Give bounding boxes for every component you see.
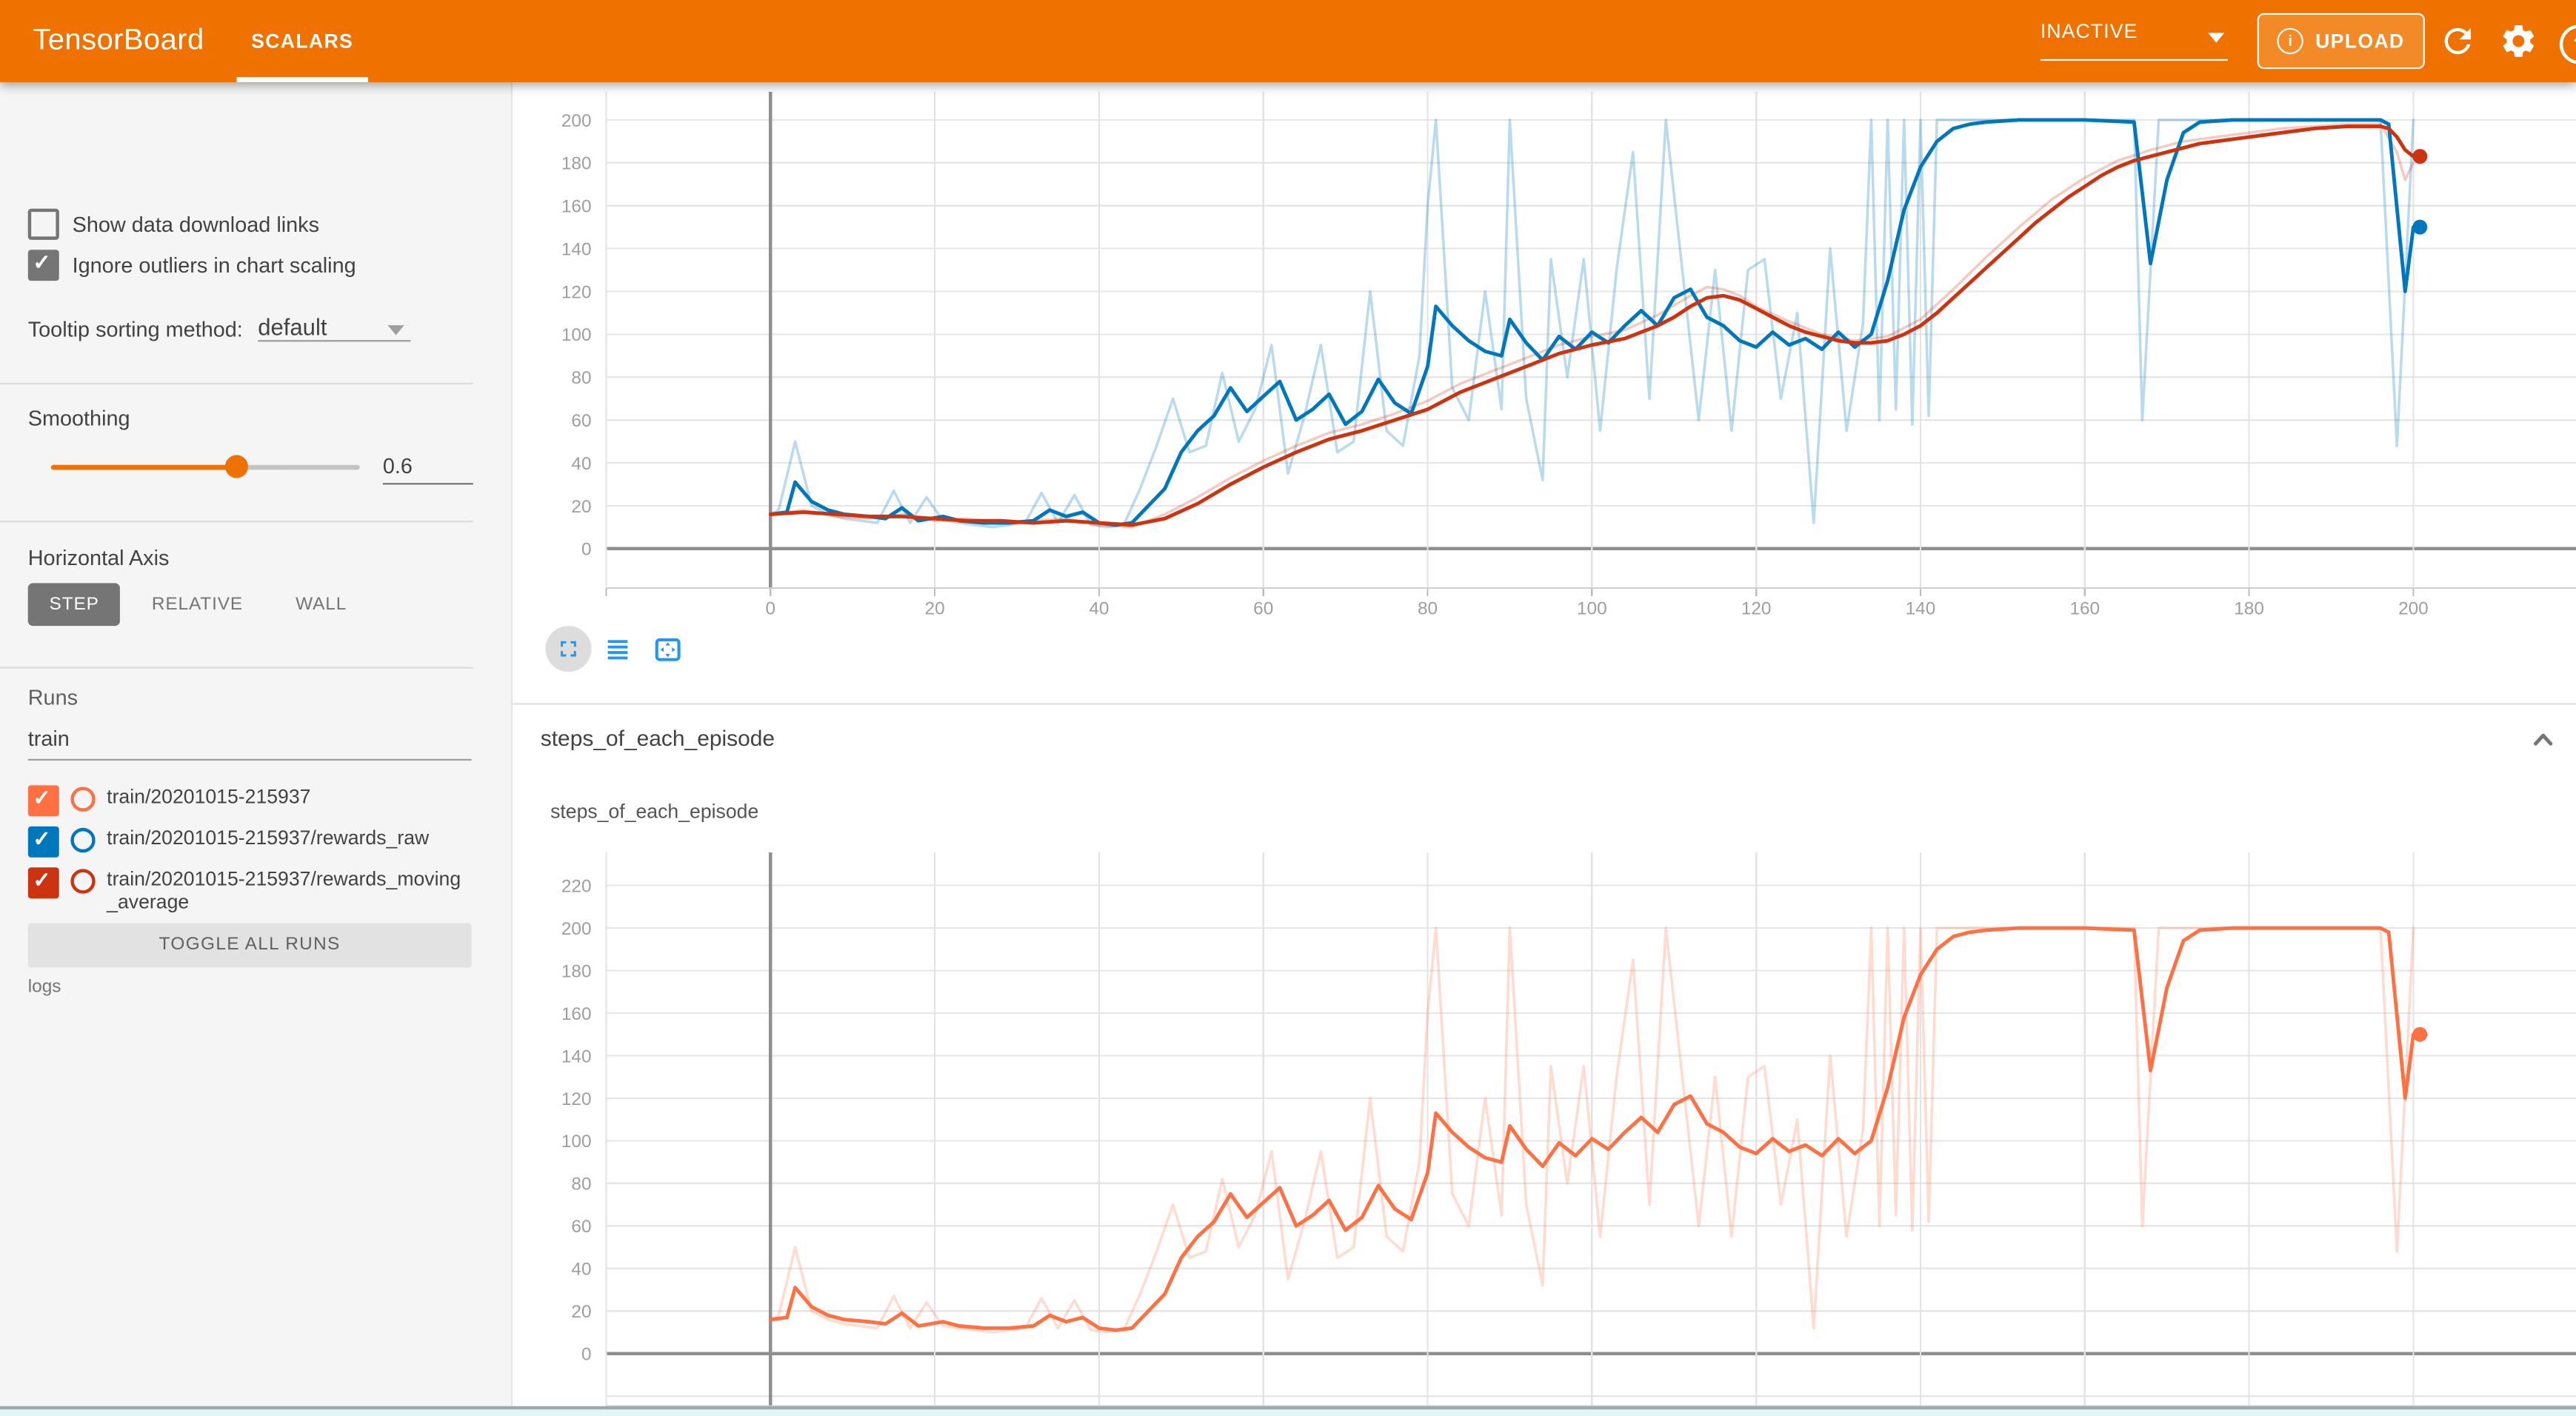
run-label: train/20201015-215937	[107, 785, 471, 808]
checkbox-label: Show data download links	[73, 212, 319, 236]
expand-chart-icon[interactable]	[545, 626, 591, 672]
svg-text:140: 140	[561, 1046, 592, 1066]
svg-text:120: 120	[561, 282, 592, 302]
svg-text:60: 60	[1253, 599, 1273, 619]
svg-text:160: 160	[561, 197, 592, 217]
svg-text:200: 200	[561, 111, 592, 131]
help-icon[interactable]: ?	[2560, 24, 2576, 64]
svg-text:140: 140	[1906, 599, 1936, 619]
chevron-down-icon	[2208, 33, 2224, 42]
option-checkbox-row: Show data download links	[28, 209, 319, 240]
status-label: INACTIVE	[2041, 20, 2138, 43]
svg-text:180: 180	[561, 154, 592, 174]
settings-sidebar: Show data download links ✓ Ignore outliers…	[0, 82, 511, 1416]
section-header-steps-of-each-episode[interactable]: steps_of_each_episode	[513, 703, 2576, 777]
run-label: train/20201015-215937/rewards_moving_ave…	[107, 867, 471, 913]
svg-text:20: 20	[571, 497, 591, 517]
tooltip-sort-row: Tooltip sorting method:	[28, 317, 243, 341]
svg-text:40: 40	[571, 1260, 591, 1280]
run-checkbox[interactable]: ✓	[28, 826, 59, 858]
svg-text:60: 60	[571, 1217, 591, 1237]
svg-text:180: 180	[2234, 599, 2264, 619]
svg-text:20: 20	[925, 599, 945, 619]
toggle-all-runs-button[interactable]: TOGGLE ALL RUNS	[28, 924, 472, 968]
axis-button-wall[interactable]: WALL	[274, 583, 368, 626]
run-row: ✓ train/20201015-215937	[28, 785, 472, 816]
run-color-ring	[70, 828, 95, 852]
horizontal-axis-buttons: STEPRELATIVEWALL	[28, 583, 368, 626]
horizontal-axis-label: Horizontal Axis	[28, 545, 170, 570]
status-dropdown[interactable]: INACTIVE	[2041, 20, 2228, 61]
option-checkbox-row: ✓ Ignore outliers in chart scaling	[28, 250, 356, 281]
tensorboard-app: TensorBoard SCALARS INACTIVE i UPLOAD ? …	[0, 0, 2576, 1416]
rewards-chart-card: 0 20 40 60 80 100 120 140 160 180 200 0 20 40 60 80 100 1…	[513, 82, 2576, 703]
bottom-strip	[0, 1406, 2576, 1416]
svg-text:80: 80	[571, 1175, 591, 1195]
svg-text:100: 100	[561, 1132, 592, 1152]
svg-text:180: 180	[561, 961, 592, 981]
svg-text:140: 140	[561, 239, 592, 259]
gear-icon[interactable]	[2499, 21, 2538, 61]
refresh-icon[interactable]	[2438, 21, 2477, 61]
fit-domain-icon[interactable]	[644, 626, 690, 672]
run-checkbox[interactable]: ✓	[28, 867, 59, 898]
svg-text:200: 200	[561, 919, 592, 939]
rewards-chart-svg[interactable]: 0 20 40 60 80 100 120 140 160 180 200 0 20 40 60 80 100 1…	[513, 82, 2576, 703]
chevron-down-icon	[387, 325, 404, 335]
upload-button[interactable]: i UPLOAD	[2258, 13, 2425, 69]
svg-text:100: 100	[1577, 599, 1607, 619]
info-icon: i	[2278, 28, 2303, 54]
run-filter-input[interactable]: train	[28, 726, 472, 761]
svg-text:40: 40	[1089, 599, 1109, 619]
run-label: train/20201015-215937/rewards_raw	[107, 826, 471, 849]
svg-text:160: 160	[561, 1004, 592, 1024]
svg-text:20: 20	[571, 1302, 591, 1322]
slider-thumb[interactable]	[224, 455, 247, 478]
svg-text:0: 0	[581, 1345, 592, 1365]
checkbox[interactable]	[28, 209, 59, 240]
chart-toolbar	[545, 626, 690, 672]
svg-text:120: 120	[561, 1089, 592, 1109]
upload-label: UPLOAD	[2315, 30, 2404, 53]
chart-title: steps_of_each_episode	[550, 800, 758, 823]
checkbox-label: Ignore outliers in chart scaling	[73, 253, 356, 278]
svg-text:160: 160	[2069, 599, 2100, 619]
runs-label: Runs	[28, 685, 78, 709]
axis-button-step[interactable]: STEP	[28, 583, 121, 626]
chevron-up-icon[interactable]	[2525, 721, 2561, 758]
section-title: steps_of_each_episode	[541, 726, 775, 750]
run-color-ring	[70, 787, 95, 811]
run-row: ✓ train/20201015-215937/rewards_raw	[28, 826, 472, 858]
run-checkbox[interactable]: ✓	[28, 785, 59, 816]
smoothing-value-input[interactable]: 0.6	[383, 453, 473, 484]
svg-text:40: 40	[571, 454, 591, 474]
app-title[interactable]: TensorBoard	[33, 23, 204, 58]
svg-text:200: 200	[2398, 599, 2429, 619]
smoothing-slider[interactable]	[51, 465, 360, 470]
steps-chart-card: 0 20 40 60 80 100 120 140 160 180 200 220 steps_of_…	[513, 774, 2576, 1416]
svg-text:0: 0	[766, 599, 776, 619]
svg-text:0: 0	[581, 540, 592, 560]
smoothing-label: Smoothing	[28, 406, 130, 430]
steps-chart-svg[interactable]: 0 20 40 60 80 100 120 140 160 180 200 220	[513, 774, 2576, 1416]
svg-text:60: 60	[571, 411, 591, 431]
axis-button-relative[interactable]: RELATIVE	[130, 583, 264, 626]
checkbox[interactable]: ✓	[28, 250, 59, 281]
tooltip-sort-select[interactable]: default	[258, 314, 410, 342]
svg-text:80: 80	[1418, 599, 1438, 619]
svg-text:80: 80	[571, 368, 591, 388]
logdir-label: logs	[28, 978, 61, 998]
main-content: 0204060801001201401601802000204060801001…	[511, 82, 2576, 1416]
tooltip-sort-label: Tooltip sorting method:	[28, 317, 243, 341]
tab-scalars[interactable]: SCALARS	[236, 0, 367, 82]
svg-text:120: 120	[1741, 599, 1772, 619]
log-scale-icon[interactable]	[595, 626, 641, 672]
svg-text:100: 100	[561, 325, 592, 345]
run-color-ring	[70, 869, 95, 893]
app-header: TensorBoard SCALARS INACTIVE i UPLOAD ?	[0, 0, 2576, 82]
svg-text:220: 220	[561, 876, 592, 896]
run-row: ✓ train/20201015-215937/rewards_moving_av…	[28, 867, 472, 913]
